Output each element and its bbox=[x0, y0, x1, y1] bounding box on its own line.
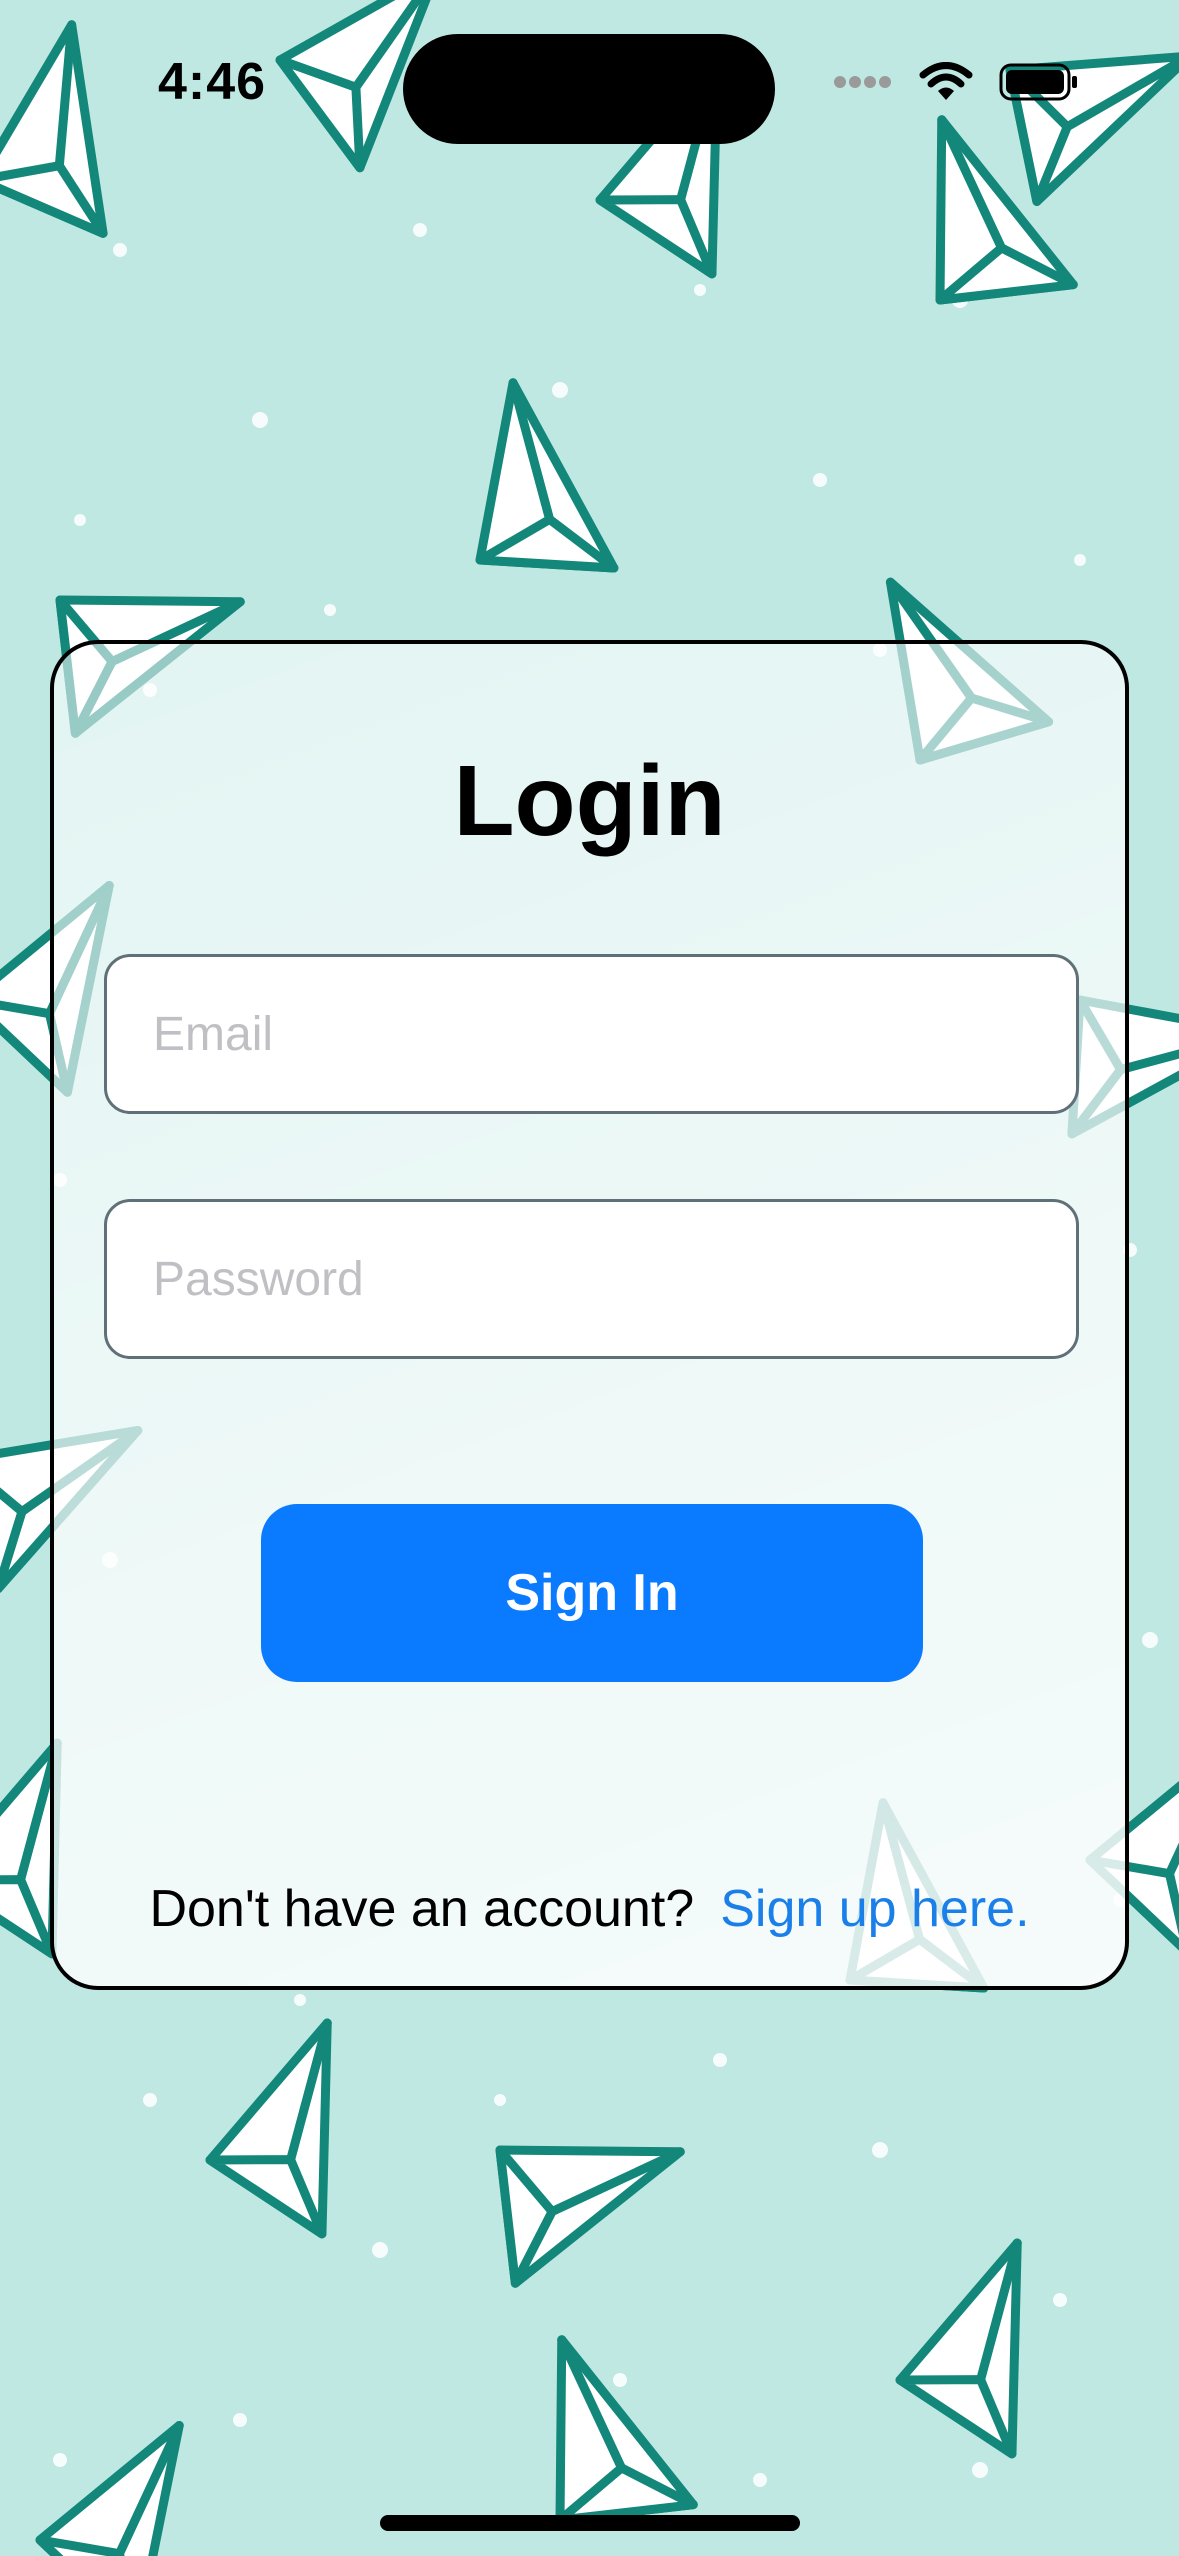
sign-in-button[interactable]: Sign In bbox=[261, 1504, 923, 1682]
signup-prompt: Don't have an account? bbox=[149, 1880, 695, 1938]
login-card: Login Sign In Don't have an account? Sign… bbox=[50, 640, 1129, 1990]
status-icons bbox=[833, 62, 1079, 102]
signup-link[interactable]: Sign up here. bbox=[720, 1880, 1029, 1938]
login-screen: 4:46 Login Sign In bbox=[0, 0, 1179, 2556]
signal-dots-icon bbox=[834, 76, 891, 88]
password-field[interactable] bbox=[104, 1199, 1079, 1359]
signup-row: Don't have an account? Sign up here. bbox=[54, 1879, 1125, 1939]
home-indicator[interactable] bbox=[380, 2515, 800, 2531]
status-bar: 4:46 bbox=[0, 0, 1179, 170]
wifi-icon bbox=[919, 62, 973, 100]
status-time: 4:46 bbox=[158, 53, 267, 111]
battery-icon bbox=[999, 63, 1077, 101]
email-field[interactable] bbox=[104, 954, 1079, 1114]
dynamic-island bbox=[403, 34, 775, 144]
page-title: Login bbox=[453, 745, 726, 857]
